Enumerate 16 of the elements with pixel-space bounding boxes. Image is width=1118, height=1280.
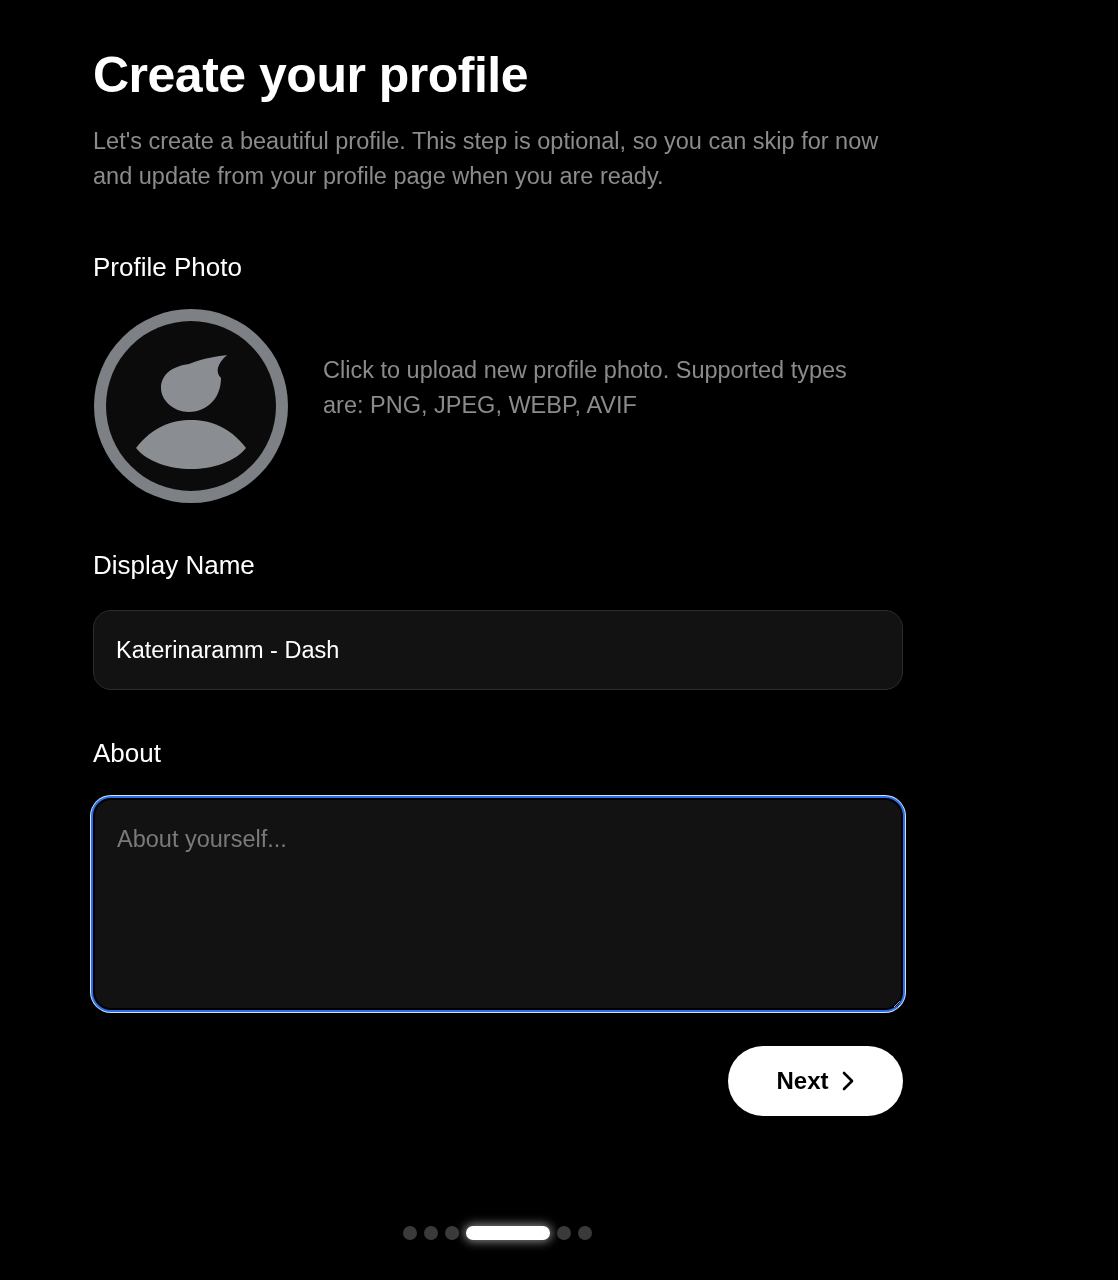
- upload-hint: Click to upload new profile photo. Supported types are: PNG, JPEG, WEBP, AVIF: [323, 356, 848, 420]
- page-subtitle: Let's create a beautiful profile. This step is optional, so you can skip for now and update from your profile page when you are ready.: [93, 127, 880, 191]
- step-indicator-dot[interactable]: [424, 1226, 438, 1240]
- next-button[interactable]: Next: [728, 1046, 903, 1116]
- step-indicator-dot[interactable]: [403, 1226, 417, 1240]
- field-label: About: [93, 737, 162, 770]
- field-label: Display Name: [93, 549, 256, 582]
- step-indicator-dot[interactable]: [578, 1226, 592, 1240]
- step-indicator-dot[interactable]: [557, 1226, 571, 1240]
- display-name-field[interactable]: Katerinaramm - Dash: [93, 610, 903, 690]
- page-title: Create your profile: [93, 46, 530, 105]
- chevron-right-icon: [840, 1071, 855, 1091]
- about-textarea[interactable]: About yourself...: [93, 798, 903, 1010]
- step-indicator-dot[interactable]: [445, 1226, 459, 1240]
- avatar-upload-icon[interactable]: [93, 308, 289, 504]
- field-label: Profile Photo: [93, 251, 243, 284]
